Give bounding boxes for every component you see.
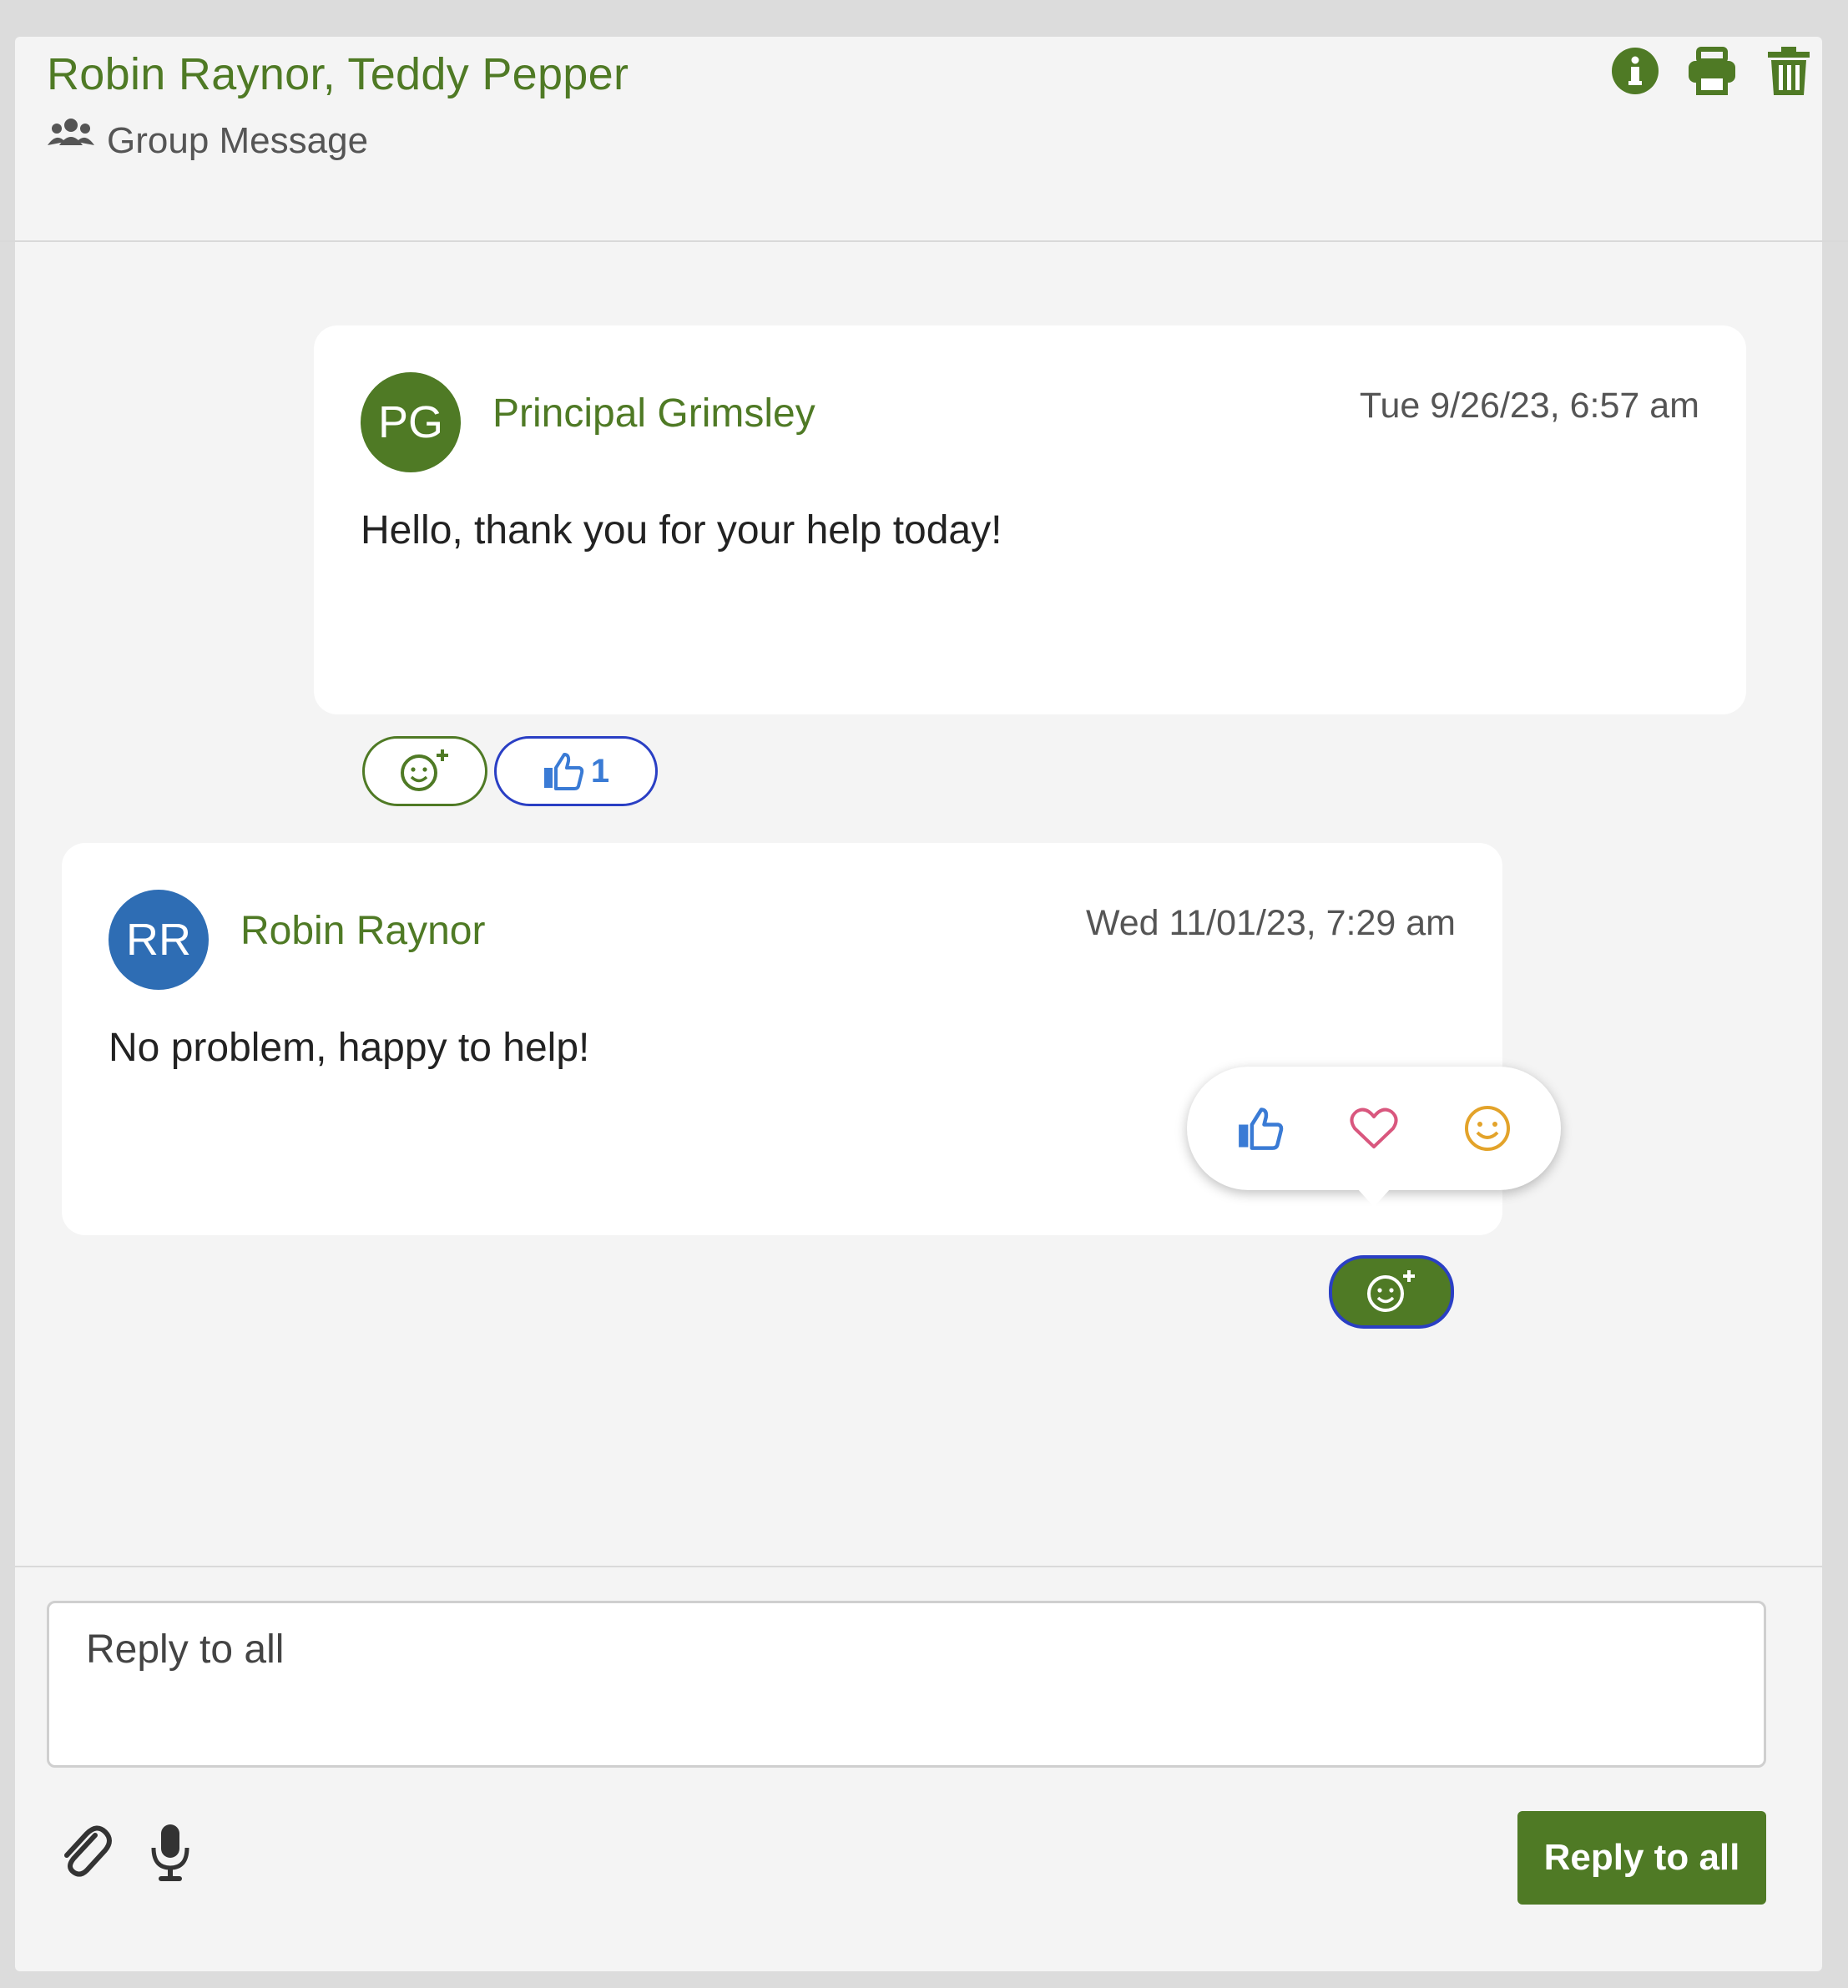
reaction-count: 1	[590, 752, 610, 790]
microphone-icon	[151, 1824, 189, 1881]
add-reaction-icon	[1367, 1270, 1415, 1312]
message-body: No problem, happy to help!	[109, 1026, 590, 1070]
react-heart-option[interactable]	[1341, 1095, 1407, 1162]
thumbs-up-icon	[543, 753, 584, 790]
voice-record-button[interactable]	[140, 1819, 200, 1886]
avatar: RR	[109, 890, 209, 990]
add-reaction-icon	[401, 749, 448, 791]
reply-to-all-button[interactable]: Reply to all	[1517, 1811, 1766, 1905]
print-icon	[1689, 47, 1735, 95]
composer-divider	[15, 1566, 1822, 1567]
info-icon	[1612, 48, 1659, 94]
sender-name[interactable]: Principal Grimsley	[492, 391, 815, 436]
thread-type: Group Message	[47, 117, 368, 164]
react-like-option[interactable]	[1227, 1095, 1294, 1162]
trash-icon	[1768, 47, 1810, 95]
thread-type-label: Group Message	[107, 119, 369, 161]
avatar: PG	[361, 372, 461, 472]
header-divider	[0, 240, 1848, 242]
paperclip-icon	[64, 1825, 112, 1877]
smile-icon	[1465, 1106, 1510, 1151]
message-body: Hello, thank you for your help today!	[361, 508, 1002, 553]
heart-icon	[1350, 1108, 1398, 1148]
print-button[interactable]	[1686, 45, 1738, 97]
thread-title: Robin Raynor, Teddy Pepper	[47, 49, 629, 99]
thumbs-up-reaction[interactable]: 1	[494, 736, 658, 806]
reply-input[interactable]	[47, 1601, 1766, 1768]
info-button[interactable]	[1609, 45, 1661, 97]
thumbs-up-icon	[1239, 1108, 1284, 1150]
sender-name[interactable]: Robin Raynor	[240, 908, 485, 954]
react-smile-option[interactable]	[1454, 1095, 1521, 1162]
message-timestamp: Tue 9/26/23, 6:57 am	[1359, 386, 1699, 426]
delete-button[interactable]	[1763, 45, 1815, 97]
header-actions	[1609, 45, 1815, 97]
group-icon	[47, 117, 95, 164]
add-reaction-button[interactable]	[362, 736, 487, 806]
add-reaction-button-active[interactable]	[1329, 1255, 1454, 1329]
reaction-picker	[1187, 1067, 1561, 1207]
attach-button[interactable]	[55, 1819, 115, 1886]
message-timestamp: Wed 11/01/23, 7:29 am	[1085, 903, 1456, 943]
message-card: PG Principal Grimsley Tue 9/26/23, 6:57 …	[314, 325, 1746, 714]
